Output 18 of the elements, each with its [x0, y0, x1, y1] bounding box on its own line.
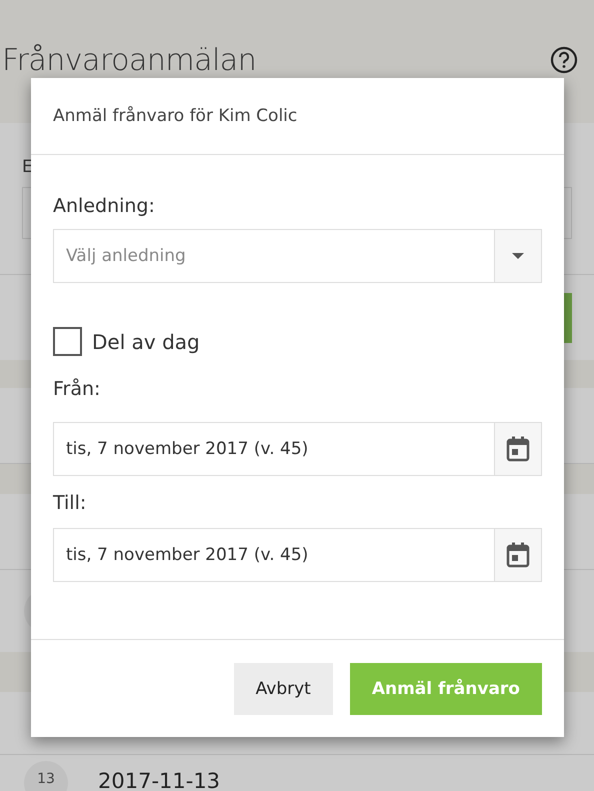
field-label: E: [22, 157, 34, 177]
calendar-icon[interactable]: [506, 436, 530, 462]
entry-date: 2017-11-13: [98, 769, 220, 791]
page-title: Frånvaroanmälan: [2, 43, 256, 78]
calendar-icon[interactable]: [506, 542, 530, 568]
date-field[interactable]: tis, 7 november 2017 (v. 45): [53, 528, 542, 582]
field-label: Anledning:: [53, 195, 156, 217]
caret-icon: [512, 252, 524, 260]
help-icon[interactable]: [550, 46, 578, 74]
date-field[interactable]: tis, 7 november 2017 (v. 45): [53, 422, 542, 476]
checkbox[interactable]: [53, 327, 82, 356]
cancel-button[interactable]: Avbryt: [234, 662, 333, 714]
field-label: Till:: [53, 492, 88, 514]
checkbox-label: Del av dag: [92, 330, 200, 354]
dialog-title: Anmäl frånvaro för Kim Colic: [53, 106, 298, 126]
reason-input[interactable]: Välj anledning: [53, 229, 494, 283]
field-label: Från:: [53, 378, 102, 400]
day-badge: 13: [24, 761, 68, 791]
